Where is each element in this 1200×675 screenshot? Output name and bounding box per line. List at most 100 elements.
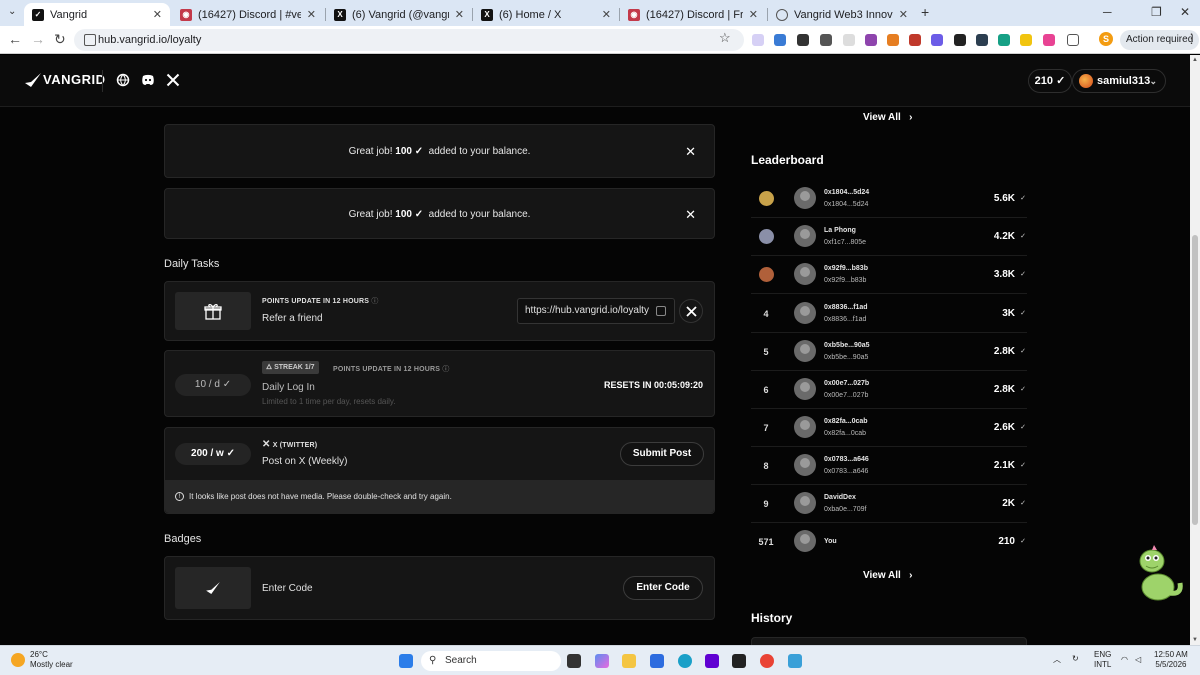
tray-overflow-icon[interactable]: ︿ [1053,655,1061,665]
user-menu[interactable]: samiul313 ⌄ [1072,69,1166,93]
weather-widget[interactable]: 26°C Mostly clear [30,650,73,670]
bookmark-star-icon[interactable]: ☆ [719,30,731,46]
info-icon[interactable]: ⓘ [442,366,449,373]
file-explorer-icon[interactable] [622,654,636,668]
notepad-icon[interactable] [788,654,802,668]
tab-vangrid[interactable]: ✓ Vangrid ✕ [24,3,170,26]
terminal-icon[interactable] [732,654,746,668]
leaderboard-row[interactable]: 7 0x82fa...0cab 0x82fa...0cab 2.6K ✓ [751,409,1027,447]
leaderboard-row[interactable]: 0x92f9...b83b 0x92f9...b83b 3.8K ✓ [751,256,1027,294]
extension-icon[interactable] [774,34,786,46]
back-icon[interactable]: ← [8,32,22,46]
leaderboard-row[interactable]: 9 DavidDex 0xba0e...709f 2K ✓ [751,485,1027,523]
maximize-icon[interactable]: ❐ [1151,5,1162,19]
edge-icon[interactable] [678,654,692,668]
tab-discord-verify[interactable]: ◉ (16427) Discord | #verify | VANG ✕ [172,3,324,26]
leaderboard-row[interactable]: 6 0x00e7...027b 0x00e7...027b 2.8K ✓ [751,371,1027,409]
globe-icon[interactable] [116,73,130,87]
copilot-icon[interactable] [595,654,609,668]
extension-icon[interactable] [909,34,921,46]
tab-discord-friends[interactable]: ◉ (16427) Discord | Friends ✕ [620,3,766,26]
store-icon[interactable] [650,654,664,668]
extension-icon[interactable] [1043,34,1055,46]
site-info-icon[interactable] [84,34,96,46]
browser-menu-icon[interactable]: ⋮ [1185,31,1198,47]
scroll-thumb[interactable] [1192,235,1198,525]
leaderboard-row[interactable]: 8 0x0783...a646 0x0783...a646 2.1K ✓ [751,447,1027,485]
copy-icon[interactable] [656,306,666,316]
extension-icon[interactable] [887,34,899,46]
close-tab-icon[interactable]: ✕ [153,8,162,21]
extension-icon[interactable] [797,34,809,46]
scroll-up-icon[interactable]: ▲ [1192,57,1198,63]
close-tab-icon[interactable]: ✕ [455,8,464,21]
points-check-icon: ✓ [1020,386,1026,393]
close-tab-icon[interactable]: ✕ [749,8,758,21]
forward-icon[interactable]: → [31,32,45,46]
new-tab-button[interactable]: + [921,4,929,20]
enter-code-button[interactable]: Enter Code [623,576,703,600]
close-tab-icon[interactable]: ✕ [307,8,316,21]
clock[interactable]: 12:50 AM 5/5/2026 [1154,650,1188,670]
avatar [1079,74,1093,88]
rank-number: 571 [758,537,774,547]
tab-title: Vangrid Web3 Innovation Post [794,8,893,21]
vangrid-logo[interactable]: VANGRID [25,72,105,87]
discord-icon[interactable] [141,73,155,87]
tab-x-home[interactable]: X (6) Home / X ✕ [473,3,619,26]
close-icon[interactable]: ✕ [685,144,696,160]
referral-link-field[interactable]: https://hub.vangrid.io/loyalty [517,298,675,324]
extension-icon[interactable] [820,34,832,46]
share-x-button[interactable] [679,299,703,323]
taskbar-search[interactable]: ⚲ Search [421,651,561,671]
extension-icon[interactable] [998,34,1010,46]
wifi-icon[interactable]: ◠ [1121,655,1128,665]
leaderboard-row[interactable]: 4 0x8836...f1ad 0x8836...f1ad 3K ✓ [751,295,1027,333]
extension-icon[interactable] [1020,34,1032,46]
dino-mascot-icon[interactable] [1134,543,1186,603]
close-tab-icon[interactable]: ✕ [899,8,908,21]
player-address: 0x1804...5d24 [824,201,869,208]
points-balance[interactable]: 210 ✓ [1028,69,1072,93]
tab-vangrid-post[interactable]: Vangrid Web3 Innovation Post ✕ [768,3,916,26]
toast-suffix: added to your balance. [428,209,531,220]
scroll-down-icon[interactable]: ▼ [1192,637,1198,643]
minimize-icon[interactable]: ─ [1103,5,1112,19]
daily-login-task: 10 / d ✓ 🜂 STREAK 1/7 POINTS UPDATE IN 1… [164,350,715,417]
x-twitter-icon[interactable] [166,73,180,87]
close-tab-icon[interactable]: ✕ [602,8,611,21]
extension-icon[interactable] [843,34,855,46]
volume-icon[interactable]: ◁ [1135,655,1141,665]
info-icon[interactable]: ⓘ [371,298,378,305]
chrome-icon[interactable] [760,654,774,668]
tab-x-vangrid[interactable]: X (6) Vangrid (@vangrid_io) / X ✕ [326,3,472,26]
extension-icon[interactable] [865,34,877,46]
extension-icon[interactable] [954,34,966,46]
leaderboard-row[interactable]: 571 You 210 ✓ [751,523,1027,561]
tray-app-icon[interactable]: ↻ [1072,654,1079,664]
extension-icon[interactable] [752,34,764,46]
profile-avatar[interactable]: S [1099,32,1113,46]
leaderboard-row[interactable]: 0x1804...5d24 0x1804...5d24 5.6K ✓ [751,180,1027,218]
input-language[interactable]: ENG INTL [1094,650,1111,670]
submit-post-button[interactable]: Submit Post [620,442,704,466]
address-bar[interactable]: hub.vangrid.io/loyalty [74,29,744,51]
close-window-icon[interactable]: ✕ [1180,5,1190,19]
task-view-icon[interactable] [567,654,581,668]
extension-icon[interactable] [931,34,943,46]
tab-search-icon[interactable]: ⌄ [8,6,16,17]
extensions-puzzle-icon[interactable] [1067,34,1079,46]
view-all-link[interactable]: View All › [863,570,912,581]
yahoo-icon[interactable] [705,654,719,668]
leaderboard-row[interactable]: 5 0xb5be...90a5 0xb5be...90a5 2.8K ✓ [751,333,1027,371]
view-all-link[interactable]: View All › [863,112,912,123]
reload-icon[interactable]: ↻ [54,32,66,46]
close-icon[interactable]: ✕ [685,207,696,223]
extension-icon[interactable] [976,34,988,46]
weather-icon[interactable] [11,653,25,667]
toast-amount: 100 ✓ [395,146,424,157]
leaderboard-row[interactable]: La Phong 0xf1c7...805e 4.2K ✓ [751,218,1027,256]
page-viewport: VANGRID 210 ✓ samiul313 ⌄ Hub Tasks Grea… [0,55,1200,645]
page-scrollbar[interactable]: ▲ ▼ [1190,55,1200,645]
windows-start-icon[interactable] [399,654,413,668]
